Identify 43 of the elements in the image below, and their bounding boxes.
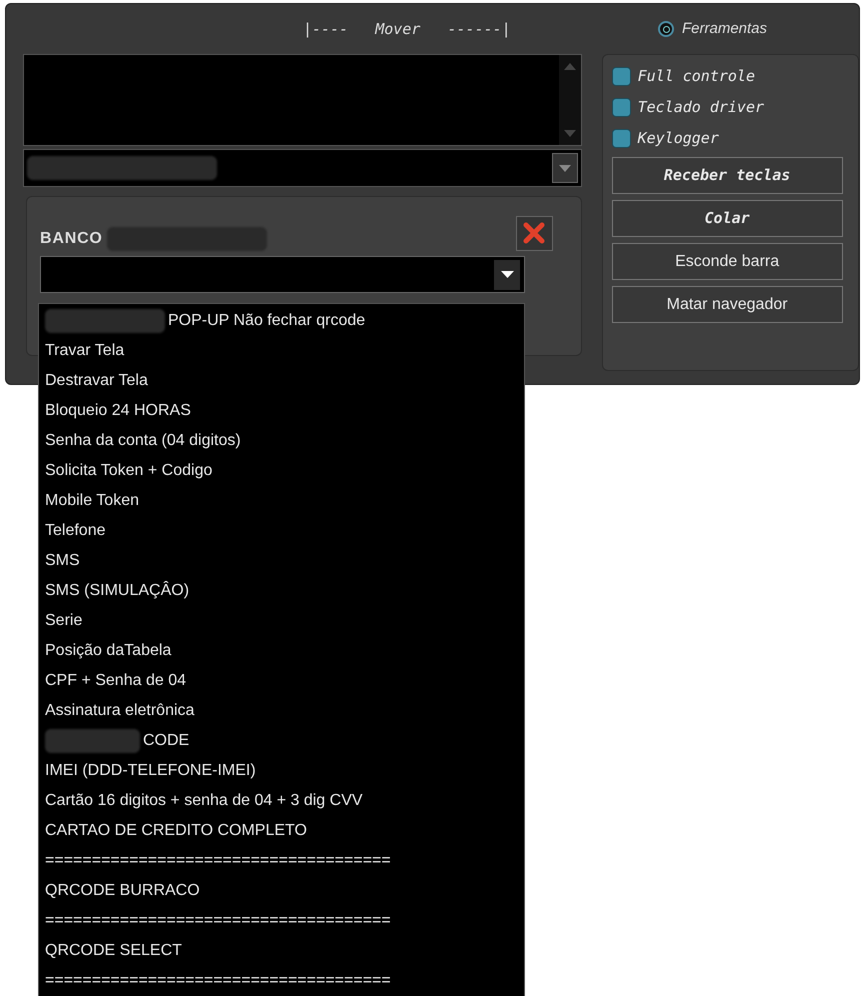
dropdown-caret-icon: [500, 271, 514, 278]
scrollbar[interactable]: [558, 55, 581, 145]
dropdown-option[interactable]: QRCODE BURRACO: [45, 879, 200, 903]
dropdown-option[interactable]: Posição daTabela: [45, 639, 172, 663]
dropdown-option[interactable]: SMS: [45, 549, 80, 573]
dropdown-option[interactable]: Cartão 16 digitos + senha de 04 + 3 dig CVV: [45, 789, 363, 813]
dropdown-option[interactable]: =====================================: [45, 849, 391, 873]
tool-button[interactable]: Colar: [612, 200, 843, 237]
move-handle[interactable]: |---- Mover ------|: [303, 18, 583, 40]
tool-button[interactable]: Receber teclas: [612, 157, 843, 194]
action-select[interactable]: [40, 256, 525, 293]
dropdown-option[interactable]: Travar Tela: [45, 339, 124, 363]
scroll-down-icon[interactable]: [564, 130, 576, 137]
dropdown-option[interactable]: Serie: [45, 609, 82, 633]
dropdown-option[interactable]: Destravar Tela: [45, 369, 148, 393]
dropdown-option[interactable]: Assinatura eletrônica: [45, 699, 194, 723]
dropdown-option[interactable]: =====================================: [45, 969, 391, 993]
dropdown-option[interactable]: Bloqueio 24 HORAS: [45, 399, 191, 423]
log-area[interactable]: [23, 54, 582, 146]
scroll-up-icon[interactable]: [564, 63, 576, 70]
tool-button[interactable]: Matar navegador: [612, 286, 843, 323]
close-icon: [523, 222, 546, 244]
dropdown-option[interactable]: Mobile Token: [45, 489, 139, 513]
tool-checkbox[interactable]: Teclado driver: [612, 92, 849, 123]
dropdown-option[interactable]: CPF + Senha de 04: [45, 669, 186, 693]
dropdown-option[interactable]: Senha da conta (04 digitos): [45, 429, 241, 453]
dropdown-option[interactable]: CODE: [143, 729, 190, 753]
tool-button[interactable]: Esconde barra: [612, 243, 843, 280]
dropdown-option[interactable]: QRCODE SELECT: [45, 939, 182, 963]
client-combo[interactable]: [23, 149, 582, 187]
tools-radio[interactable]: Ferramentas: [658, 18, 768, 40]
dropdown-option[interactable]: Telefone: [45, 519, 106, 543]
bank-label: BANCO: [40, 229, 103, 249]
dropdown-option[interactable]: IMEI (DDD-TELEFONE-IMEI): [45, 759, 256, 783]
dropdown-caret-icon: [558, 164, 571, 172]
dropdown-option[interactable]: CARTAO DE CREDITO COMPLETO: [45, 819, 307, 843]
dropdown-option[interactable]: SMS (SIMULAÇÂO): [45, 579, 190, 603]
tool-checkbox[interactable]: Full controle: [612, 61, 849, 92]
tool-checkbox[interactable]: Keylogger: [612, 123, 849, 154]
dropdown-option[interactable]: POP-UP Não fechar qrcode: [168, 309, 366, 333]
dropdown-option[interactable]: Solicita Token + Codigo: [45, 459, 212, 483]
dropdown-option[interactable]: =====================================: [45, 909, 391, 933]
close-button[interactable]: [516, 216, 553, 250]
